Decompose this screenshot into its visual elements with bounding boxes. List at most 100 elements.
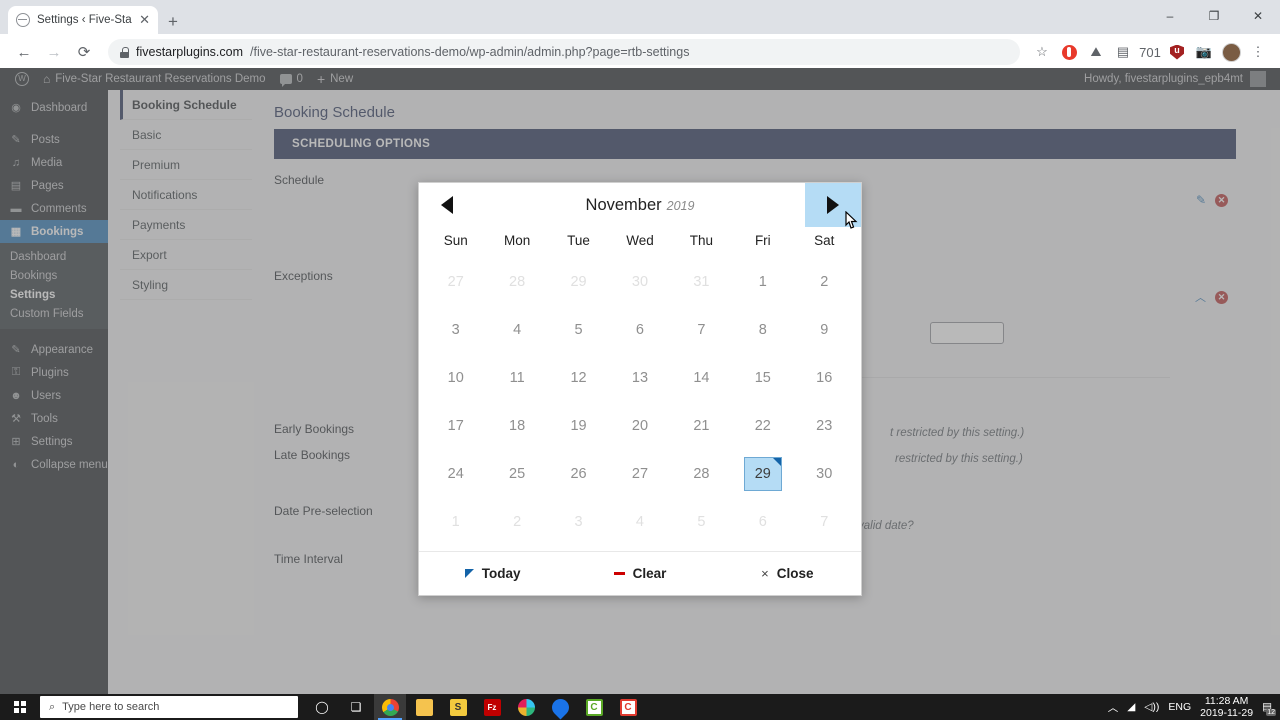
datepicker-day[interactable]: 26 bbox=[560, 457, 598, 491]
bookmark-star-icon[interactable]: ☆ bbox=[1030, 40, 1054, 64]
datepicker-cell-wrap: 18 bbox=[486, 402, 547, 450]
close-window-icon[interactable]: ✕ bbox=[1236, 0, 1280, 32]
slack-icon bbox=[517, 698, 535, 716]
datepicker-day[interactable]: 23 bbox=[805, 409, 843, 443]
datepicker-cell-wrap: 27 bbox=[425, 258, 486, 306]
taskbar-app-sublime[interactable]: S bbox=[442, 694, 474, 720]
datepicker-day[interactable]: 22 bbox=[744, 409, 782, 443]
search-input[interactable]: ⌕ Type here to search bbox=[40, 696, 298, 718]
datepicker-day: 28 bbox=[509, 274, 526, 290]
clear-button[interactable]: Clear bbox=[566, 566, 713, 581]
datepicker-day[interactable]: 15 bbox=[744, 361, 782, 395]
taskbar-app-slack[interactable] bbox=[510, 694, 542, 720]
datepicker-footer: Today Clear × Close bbox=[419, 551, 861, 595]
datepicker-day[interactable]: 28 bbox=[682, 457, 720, 491]
datepicker-day[interactable]: 5 bbox=[560, 313, 598, 347]
weekday-label: Sun bbox=[443, 233, 468, 248]
browser-menu-icon[interactable]: ⋮ bbox=[1246, 40, 1270, 64]
snagit-icon: C bbox=[619, 698, 637, 716]
datepicker-day[interactable]: 14 bbox=[682, 361, 720, 395]
tabstrip: Settings ‹ Five-Star Restaurant Re ✕ + bbox=[0, 0, 178, 34]
datepicker-day[interactable]: 8 bbox=[744, 313, 782, 347]
datepicker-cell-wrap: 27 bbox=[609, 450, 670, 498]
task-view-icon[interactable]: ❏ bbox=[340, 694, 372, 720]
taskbar-app-location[interactable] bbox=[544, 694, 576, 720]
minimize-icon[interactable]: – bbox=[1148, 0, 1192, 32]
close-icon[interactable]: ✕ bbox=[139, 12, 150, 28]
datepicker-day[interactable]: 24 bbox=[437, 457, 475, 491]
datepicker-day[interactable]: 4 bbox=[498, 313, 536, 347]
datepicker-day[interactable]: 19 bbox=[560, 409, 598, 443]
datepicker-day[interactable]: 20 bbox=[621, 409, 659, 443]
datepicker-day[interactable]: 6 bbox=[621, 313, 659, 347]
new-tab-button[interactable]: + bbox=[168, 13, 178, 30]
datepicker-cell-wrap: 4 bbox=[486, 306, 547, 354]
taskbar-app-filezilla[interactable]: Fz bbox=[476, 694, 508, 720]
weekday-label: Wed bbox=[626, 233, 654, 248]
chrome-icon bbox=[381, 698, 399, 716]
datepicker-dialog: November 2019 Sun Mon Tue Wed Thu Fri Sat… bbox=[418, 182, 862, 596]
today-marker-icon bbox=[464, 569, 474, 578]
sublime-icon: S bbox=[449, 698, 467, 716]
shield-extension-icon[interactable] bbox=[1165, 40, 1189, 64]
datepicker-day[interactable]: 3 bbox=[437, 313, 475, 347]
seo-extension-icon[interactable]: 701 bbox=[1138, 40, 1162, 64]
taskbar-app-snagit[interactable]: C bbox=[612, 694, 644, 720]
browser-titlebar: Settings ‹ Five-Star Restaurant Re ✕ + –… bbox=[0, 0, 1280, 34]
datepicker-day[interactable]: 11 bbox=[498, 361, 536, 395]
datepicker-day-today[interactable]: 29 bbox=[743, 457, 782, 491]
datepicker-cell-wrap: 13 bbox=[609, 354, 670, 402]
datepicker-weeks: 27 28 29 30 31 1 2 3 4 5 6 7 8 9 10 11 12 13 14 15 16 17 18 19 2… bbox=[425, 258, 855, 546]
datepicker-day[interactable]: 13 bbox=[621, 361, 659, 395]
datepicker-cell-wrap: 14 bbox=[671, 354, 732, 402]
datepicker-day[interactable]: 1 bbox=[744, 265, 782, 299]
volume-icon[interactable]: ◁)) bbox=[1144, 701, 1159, 713]
triangle-right-icon bbox=[827, 196, 839, 214]
datepicker-day[interactable]: 12 bbox=[560, 361, 598, 395]
profile-avatar[interactable] bbox=[1219, 40, 1243, 64]
language-indicator[interactable]: ENG bbox=[1168, 701, 1191, 713]
datepicker-grid: Sun Mon Tue Wed Thu Fri Sat 27 28 29 30 31 1 2… bbox=[419, 227, 861, 546]
reload-icon[interactable]: ⟳ bbox=[70, 38, 98, 66]
mountain-extension-icon[interactable]: ⛰ bbox=[1084, 40, 1108, 64]
today-label: Today bbox=[481, 566, 521, 581]
browser-tab[interactable]: Settings ‹ Five-Star Restaurant Re ✕ bbox=[8, 6, 158, 34]
notifications-icon[interactable]: ▤ 12 bbox=[1262, 701, 1276, 716]
tray-expand-icon[interactable]: ︿ bbox=[1108, 700, 1119, 715]
next-month-button[interactable] bbox=[805, 183, 861, 227]
opera-extension-icon[interactable] bbox=[1057, 40, 1081, 64]
taskbar-app-camtasia[interactable]: C bbox=[578, 694, 610, 720]
clock[interactable]: 11:28 AM 2019-11-29 bbox=[1200, 695, 1253, 719]
maximize-icon[interactable]: ❐ bbox=[1192, 0, 1236, 32]
taskbar-app-file-explorer[interactable] bbox=[408, 694, 440, 720]
datepicker-day[interactable]: 25 bbox=[498, 457, 536, 491]
address-bar[interactable]: fivestarplugins.com/five-star-restaurant… bbox=[108, 39, 1020, 65]
datepicker-day[interactable]: 21 bbox=[682, 409, 720, 443]
datepicker-day[interactable]: 10 bbox=[437, 361, 475, 395]
taskbar-app-chrome[interactable] bbox=[374, 694, 406, 720]
datepicker-day: 4 bbox=[635, 514, 644, 530]
datepicker-day[interactable]: 9 bbox=[805, 313, 843, 347]
datepicker-day[interactable]: 2 bbox=[805, 265, 843, 299]
layout-extension-icon[interactable]: ▤ bbox=[1111, 40, 1135, 64]
datepicker-cell-wrap: 12 bbox=[548, 354, 609, 402]
datepicker-day[interactable]: 27 bbox=[621, 457, 659, 491]
network-icon[interactable]: ◢ bbox=[1127, 701, 1135, 713]
datepicker-day[interactable]: 7 bbox=[682, 313, 720, 347]
start-button[interactable] bbox=[0, 694, 40, 720]
forward-icon[interactable]: → bbox=[40, 38, 68, 66]
prev-month-button[interactable] bbox=[419, 183, 475, 227]
datepicker-cell-wrap: 5 bbox=[671, 498, 732, 546]
datepicker-day[interactable]: 18 bbox=[498, 409, 536, 443]
cortana-icon[interactable]: ◯ bbox=[306, 694, 338, 720]
datepicker-day[interactable]: 30 bbox=[805, 457, 843, 491]
back-icon[interactable]: ← bbox=[10, 38, 38, 66]
today-button[interactable]: Today bbox=[419, 566, 566, 581]
datepicker-cell-wrap: 15 bbox=[732, 354, 793, 402]
datepicker-cell-wrap: 28 bbox=[671, 450, 732, 498]
camera-extension-icon[interactable]: 📷 bbox=[1192, 40, 1216, 64]
datepicker-day[interactable]: 17 bbox=[437, 409, 475, 443]
close-button[interactable]: × Close bbox=[714, 566, 861, 581]
datepicker-day[interactable]: 16 bbox=[805, 361, 843, 395]
clock-date: 2019-11-29 bbox=[1200, 707, 1254, 719]
